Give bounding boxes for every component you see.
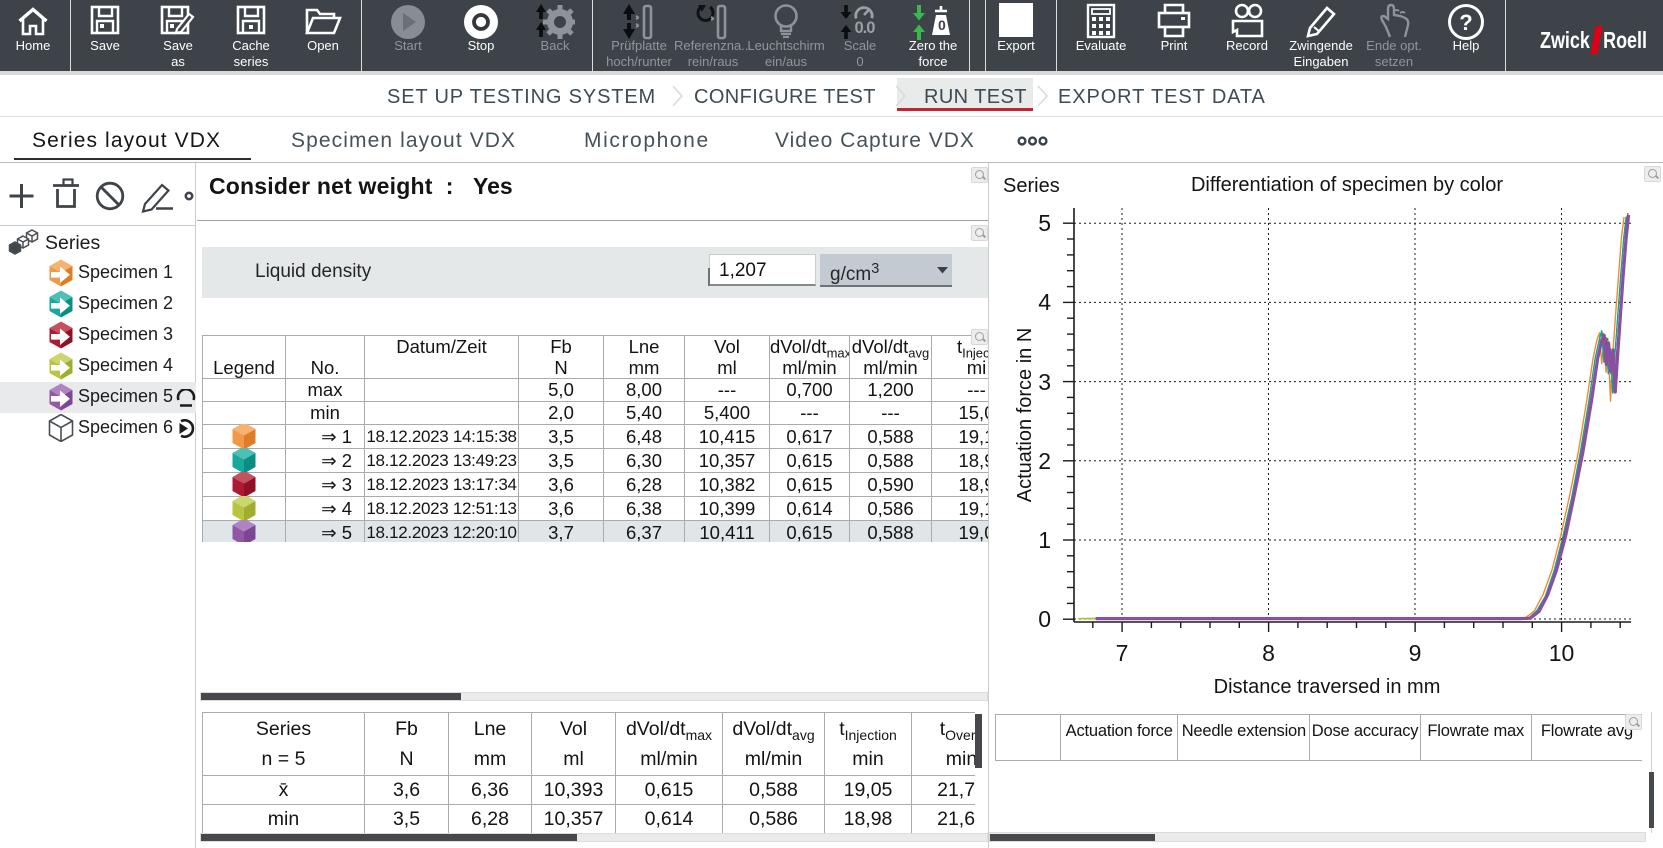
svg-text:Distance traversed in mm: Distance traversed in mm xyxy=(1214,676,1441,698)
svg-text:4: 4 xyxy=(1038,289,1051,315)
svg-text:Actuation force in N: Actuation force in N xyxy=(1014,328,1036,503)
svg-text:7: 7 xyxy=(1116,640,1129,666)
svg-text:0.0: 0.0 xyxy=(855,19,876,37)
svg-text:0: 0 xyxy=(1038,606,1051,632)
svg-text:0: 0 xyxy=(938,17,946,33)
svg-text:2: 2 xyxy=(1038,448,1051,474)
svg-text:10: 10 xyxy=(1549,640,1575,666)
svg-text:3: 3 xyxy=(1038,369,1051,395)
svg-text:5: 5 xyxy=(1038,210,1051,236)
svg-text:1: 1 xyxy=(1038,527,1051,553)
svg-text:9: 9 xyxy=(1409,640,1422,666)
svg-text:?: ? xyxy=(1459,10,1472,35)
svg-text:8: 8 xyxy=(1262,640,1275,666)
